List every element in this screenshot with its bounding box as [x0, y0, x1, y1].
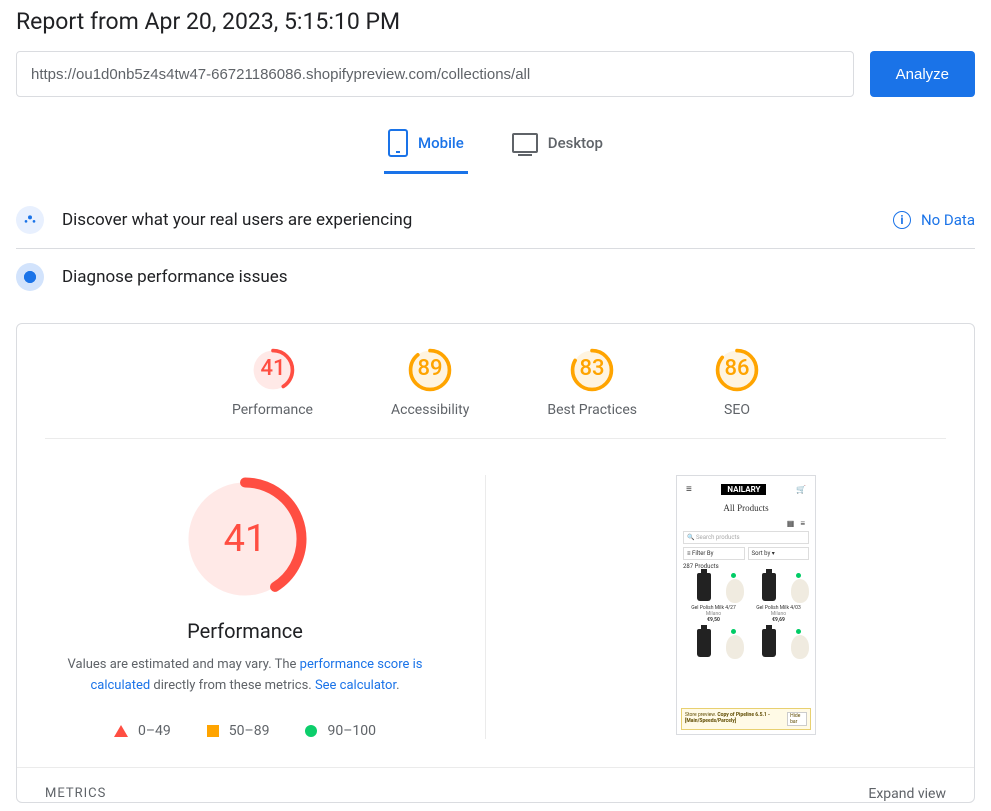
ss-product: Gel Polish Milk 4/27 Milano €9,50 [683, 573, 744, 623]
ss-view-toggle: ▦ ≡ [683, 519, 809, 528]
triangle-icon [114, 725, 128, 737]
ss-search: 🔍 Search products [683, 531, 809, 544]
no-data-link[interactable]: i No Data [893, 211, 975, 229]
svg-text:89: 89 [418, 356, 443, 381]
discover-section: Discover what your real users are experi… [16, 192, 975, 249]
analyze-button[interactable]: Analyze [870, 51, 975, 97]
performance-heading: Performance [187, 619, 303, 643]
svg-text:86: 86 [724, 356, 749, 381]
ss-filter: ≡ Filter By [683, 547, 745, 560]
ss-preview-banner: Store preview. Copy of Pipeline 6.5.1 - … [681, 708, 811, 730]
page-screenshot: ≡ NAILARY 🛒 All Products ▦ ≡ 🔍 Search pr… [676, 475, 816, 735]
info-icon: i [893, 211, 911, 229]
tab-mobile-label: Mobile [418, 134, 464, 152]
ss-sort: Sort by ▾ [748, 547, 810, 560]
square-icon [207, 725, 219, 737]
score-legend: 0–49 50–89 90–100 [114, 723, 376, 739]
big-gauge-score: 41 [181, 475, 309, 603]
diagnose-title: Diagnose performance issues [62, 267, 288, 287]
performance-description: Values are estimated and may vary. The p… [45, 655, 445, 697]
gauge-seo[interactable]: 86 SEO [715, 348, 759, 418]
svg-text:83: 83 [580, 356, 605, 381]
ss-logo: NAILARY [721, 484, 766, 495]
see-calculator-link[interactable]: See calculator [315, 678, 396, 693]
diagnose-icon [16, 263, 44, 291]
tab-mobile[interactable]: Mobile [384, 121, 468, 174]
users-icon [16, 206, 44, 234]
tab-desktop[interactable]: Desktop [508, 121, 607, 174]
ss-menu-icon: ≡ [686, 484, 692, 495]
report-title: Report from Apr 20, 2023, 5:15:10 PM [16, 8, 975, 35]
mobile-icon [388, 129, 408, 157]
tab-desktop-label: Desktop [548, 134, 603, 152]
ss-page-title: All Products [683, 503, 809, 513]
no-data-label: No Data [921, 211, 975, 229]
gauge-accessibility[interactable]: 89 Accessibility [391, 348, 469, 418]
ss-product: Gel Polish Milk 4/03 Milano €9,69 [748, 573, 809, 623]
url-input[interactable] [16, 51, 854, 97]
diagnose-section: Diagnose performance issues [16, 249, 975, 305]
ss-cart-icon: 🛒 [796, 485, 806, 494]
gauge-performance[interactable]: 41 Performance [232, 348, 313, 418]
metrics-heading: METRICS [45, 786, 106, 802]
svg-text:41: 41 [260, 356, 285, 381]
circle-icon [305, 725, 317, 737]
discover-title: Discover what your real users are experi… [62, 210, 412, 230]
performance-big-gauge: 41 [181, 475, 309, 603]
desktop-icon [512, 133, 538, 153]
gauge-best-practices[interactable]: 83 Best Practices [547, 348, 637, 418]
expand-view-link[interactable]: Expand view [868, 786, 946, 802]
report-card: 41 Performance 89 Accessibility 83 Best … [16, 323, 975, 803]
